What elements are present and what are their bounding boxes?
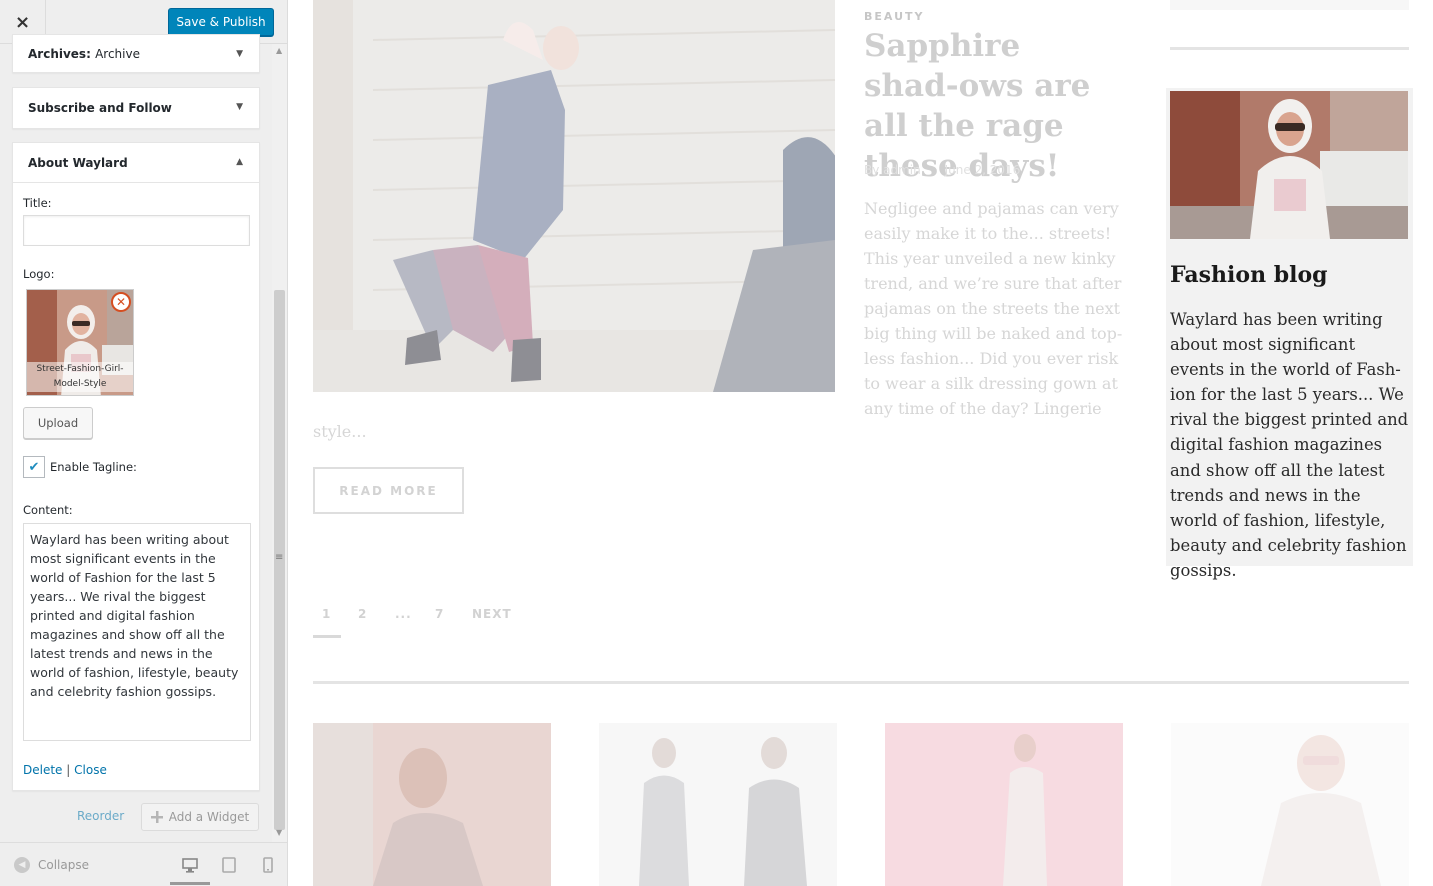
plus-icon [150,811,163,823]
section-divider [313,681,1409,684]
logo-caption: Street-Fashion-Girl-Model-Style [27,362,133,392]
title-input[interactable] [23,215,250,246]
widget-actions: Delete | Close [23,763,107,777]
page-link-2[interactable]: 2 [358,607,367,621]
scroll-down-icon[interactable]: ▼ [276,828,282,837]
related-post-thumbnail[interactable] [313,723,551,886]
active-device-indicator [170,882,210,885]
fashion-blog-image [1170,91,1408,239]
widget-archives[interactable]: Archives: Archive ▼ [12,34,260,73]
logo-label: Logo: [23,267,55,281]
post-title[interactable]: Sapphire shad-ows are all the rage these… [864,26,1124,186]
post-date: June 2, 2016 [944,163,1021,177]
widget-subscribe[interactable]: Subscribe and Follow ▼ [12,87,260,129]
collapse-label: Collapse [38,858,89,872]
post-excerpt-continued: style... [313,422,367,441]
reorder-link[interactable]: Reorder [77,809,124,823]
delete-link[interactable]: Delete [23,763,62,777]
add-widget-button[interactable]: Add a Widget [141,803,259,831]
content-label: Content: [23,503,73,517]
checkmark-icon: ✔ [28,459,40,475]
current-page-indicator [313,635,341,638]
post-category[interactable]: BEAUTY [864,10,924,23]
tagline-checkbox[interactable]: ✔ [23,456,45,478]
desktop-icon[interactable] [180,855,200,875]
tablet-icon[interactable] [219,855,239,875]
save-publish-button[interactable]: Save & Publish [168,8,274,36]
remove-logo-icon[interactable]: ✕ [111,292,131,312]
fashion-blog-title: Fashion blog [1170,262,1328,288]
add-widget-label: Add a Widget [168,810,250,824]
related-post-thumbnail[interactable] [1171,723,1409,886]
collapse-icon: ◀ [14,857,30,873]
sidebar-previous-widget [1170,0,1409,10]
page-link-1[interactable]: 1 [322,607,331,621]
fashion-blog-logo [1170,91,1408,239]
scroll-grip-icon: ≡ [275,552,284,563]
mobile-icon[interactable] [258,855,278,875]
widget-subscribe-header[interactable]: Subscribe and Follow ▼ [13,88,259,128]
tagline-label: Enable Tagline: [50,460,137,474]
widget-about: About Waylard ▲ Title: Logo: Street-Fash… [12,142,260,791]
widget-archives-header[interactable]: Archives: Archive ▼ [13,35,259,73]
widget-about-title: About Waylard [28,155,128,170]
logo-preview: Street-Fashion-Girl-Model-Style ✕ [26,289,134,396]
widget-archives-title: Archives: [28,47,91,61]
post-featured-image[interactable] [313,0,835,392]
chevron-up-icon[interactable]: ▲ [236,157,243,167]
close-link[interactable]: Close [74,763,107,777]
customizer-footer: ◀ Collapse [0,842,287,886]
widget-subscribe-title: Subscribe and Follow [28,101,172,115]
page-link-7[interactable]: 7 [435,607,444,621]
post-image-illustration [313,0,835,392]
link-separator: | [66,763,71,777]
related-post-thumbnail[interactable] [885,723,1123,886]
widget-about-header[interactable]: About Waylard ▲ [13,143,259,183]
collapse-button[interactable]: ◀ Collapse [14,857,89,873]
chevron-down-icon[interactable]: ▼ [236,49,243,59]
content-textarea[interactable]: Waylard has been writing about most sign… [23,523,251,741]
widget-archives-subtitle: Archive [95,47,140,61]
post-author[interactable]: By admin [864,163,921,177]
fashion-blog-text: Waylard has been writing about most sign… [1170,310,1409,580]
post-excerpt: Negligee and pajamas can very easily mak… [864,199,1123,418]
customizer-sidebar: × Save & Publish Archives: Archive ▼ Sub… [0,0,288,886]
title-label: Title: [23,196,52,210]
scroll-up-icon[interactable]: ▲ [276,46,282,55]
upload-button[interactable]: Upload [23,407,93,439]
sidebar-divider [1170,47,1409,50]
read-more-button[interactable]: READ MORE [313,467,464,514]
chevron-down-icon[interactable]: ▼ [236,102,243,112]
related-post-thumbnail[interactable] [599,723,837,886]
page-ellipsis: ... [395,607,412,621]
post-meta: By admin June 2, 2016 [864,163,1020,177]
fashion-blog-widget: Fashion blog Waylard has been writing ab… [1166,88,1413,580]
next-page-link[interactable]: NEXT [472,607,512,621]
sidebar-scrollbar[interactable]: ▲ ≡ ▼ [272,44,287,842]
site-preview: BEAUTY Sapphire shad-ows are all the rag… [289,0,1433,886]
